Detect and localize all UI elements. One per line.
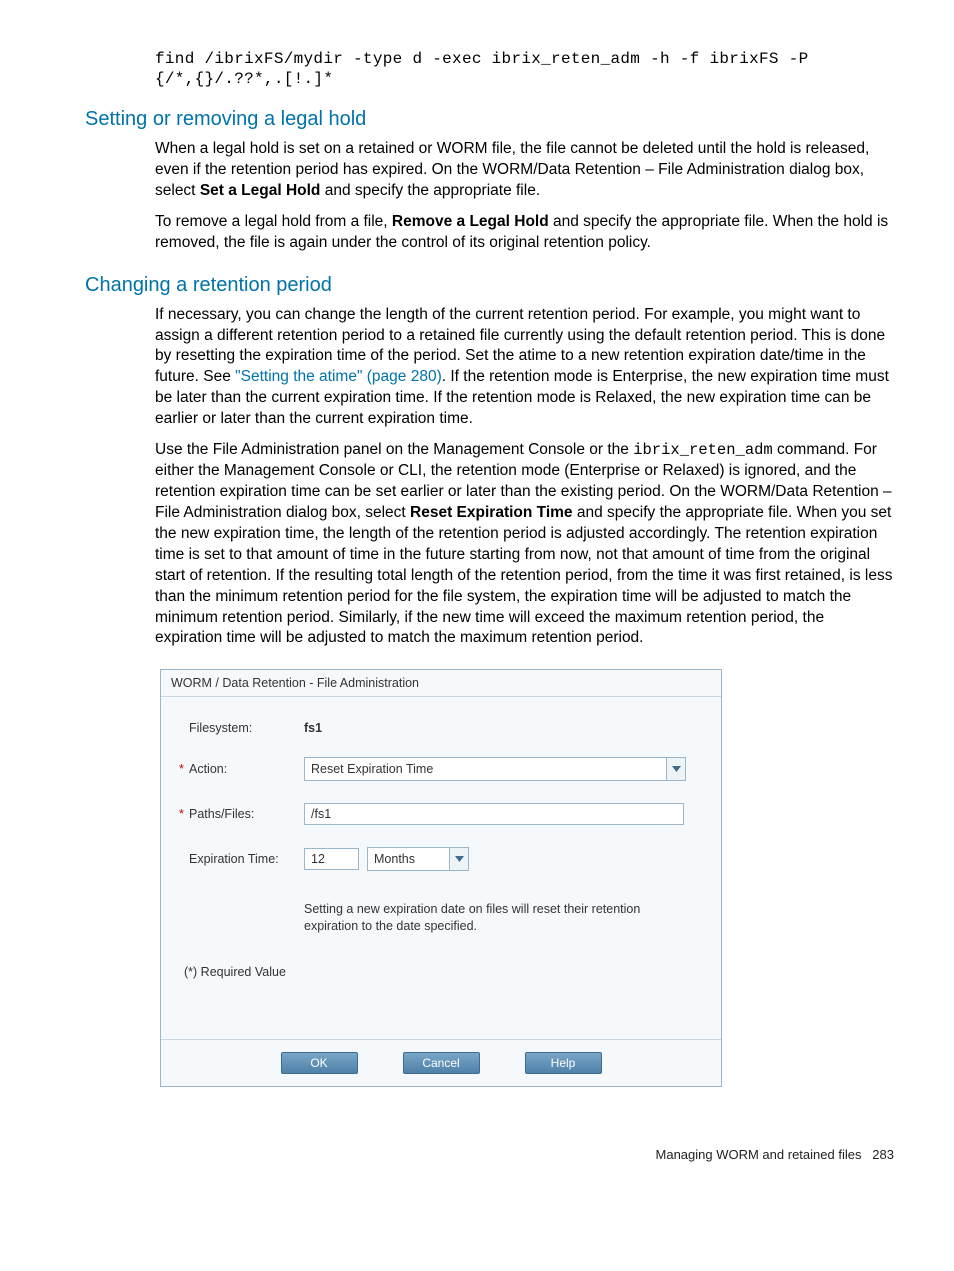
expiration-unit-text: Months — [368, 852, 449, 866]
file-admin-dialog: WORM / Data Retention - File Administrat… — [160, 669, 722, 1087]
text: and specify the appropriate file. When y… — [155, 504, 892, 647]
row-expiration: Expiration Time: Months — [179, 847, 703, 871]
para-retention-1: If necessary, you can change the length … — [155, 305, 894, 431]
value-filesystem: fs1 — [304, 721, 703, 735]
heading-retention-period: Changing a retention period — [85, 274, 894, 297]
ok-button[interactable]: OK — [281, 1052, 358, 1074]
label-text: Paths/Files: — [189, 807, 254, 821]
label-text: Expiration Time: — [189, 852, 279, 866]
para-retention-2: Use the File Administration panel on the… — [155, 440, 894, 649]
row-action: * Action: Reset Expiration Time — [179, 757, 703, 781]
bold-reset-expiration: Reset Expiration Time — [410, 504, 573, 521]
dialog-body: Filesystem: fs1 * Action: Reset Expirati… — [161, 697, 721, 1039]
row-paths: * Paths/Files: — [179, 803, 703, 825]
row-filesystem: Filesystem: fs1 — [179, 721, 703, 735]
paths-input[interactable] — [304, 803, 684, 825]
expiration-unit-select[interactable]: Months — [367, 847, 469, 871]
dialog-footer: OK Cancel Help — [161, 1039, 721, 1086]
cmd-ibrix-reten-adm: ibrix_reten_adm — [633, 441, 773, 459]
bold-remove-legal-hold: Remove a Legal Hold — [392, 213, 549, 230]
req-spacer — [179, 721, 189, 735]
req-spacer — [179, 852, 189, 866]
para-legal-hold-2: To remove a legal hold from a file, Remo… — [155, 212, 894, 254]
link-setting-atime[interactable]: "Setting the atime" (page 280) — [235, 368, 442, 385]
label-text: Filesystem: — [189, 721, 252, 735]
text: and specify the appropriate file. — [320, 182, 540, 199]
label-paths: * Paths/Files: — [179, 807, 304, 821]
required-marker: * — [179, 762, 189, 776]
required-value-note: (*) Required Value — [184, 965, 703, 979]
cancel-button[interactable]: Cancel — [403, 1052, 480, 1074]
text: Use the File Administration panel on the… — [155, 441, 633, 458]
label-expiration: Expiration Time: — [179, 852, 304, 866]
bold-set-legal-hold: Set a Legal Hold — [200, 182, 321, 199]
help-button[interactable]: Help — [525, 1052, 602, 1074]
value-paths — [304, 803, 703, 825]
para-legal-hold-1: When a legal hold is set on a retained o… — [155, 139, 894, 202]
text: To remove a legal hold from a file, — [155, 213, 392, 230]
heading-legal-hold: Setting or removing a legal hold — [85, 108, 894, 131]
code-line-1: find /ibrixFS/mydir -type d -exec ibrix_… — [155, 50, 894, 68]
label-filesystem: Filesystem: — [179, 721, 304, 735]
page-footer: Managing WORM and retained files 283 — [60, 1147, 894, 1162]
chevron-down-icon — [449, 848, 468, 870]
expiration-number-input[interactable] — [304, 848, 359, 870]
label-action: * Action: — [179, 762, 304, 776]
value-expiration: Months — [304, 847, 703, 871]
required-marker: * — [179, 807, 189, 821]
dialog-title: WORM / Data Retention - File Administrat… — [161, 670, 721, 697]
value-action: Reset Expiration Time — [304, 757, 703, 781]
dialog-help-text: Setting a new expiration date on files w… — [304, 901, 694, 935]
chevron-down-icon — [666, 758, 685, 780]
label-text: Action: — [189, 762, 227, 776]
action-select-text: Reset Expiration Time — [305, 762, 666, 776]
page-number: 283 — [872, 1147, 894, 1162]
footer-text: Managing WORM and retained files — [656, 1147, 862, 1162]
action-select[interactable]: Reset Expiration Time — [304, 757, 686, 781]
code-line-2: {/*,{}/.??*,.[!.]* — [155, 70, 894, 88]
